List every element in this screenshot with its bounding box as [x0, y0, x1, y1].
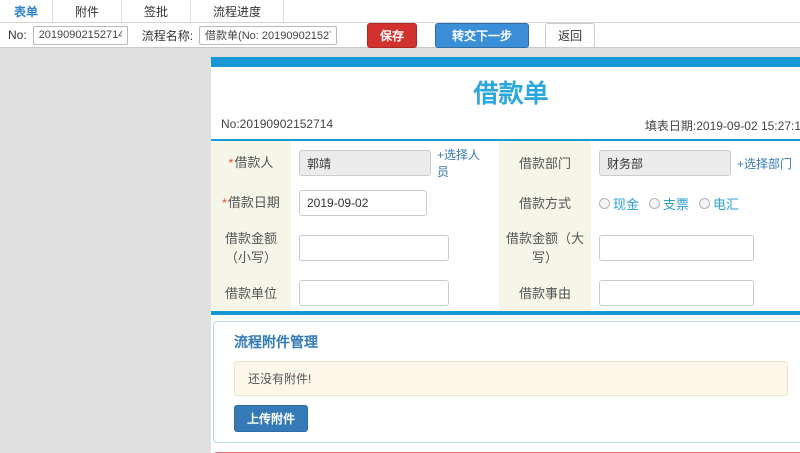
- required-asterisk: *: [222, 196, 227, 210]
- amount-lower-label: 借款金额（小写）: [211, 221, 291, 275]
- tab-approval-label: 签批: [144, 4, 169, 19]
- amount-lower-input[interactable]: [299, 235, 449, 261]
- loan-unit-label: 借款单位: [211, 275, 291, 311]
- save-button[interactable]: 保存: [367, 22, 418, 48]
- fill-date: 填表日期:2019-09-02 15:27:1: [644, 119, 800, 133]
- select-department-link[interactable]: +选择部门: [737, 155, 792, 172]
- no-input[interactable]: [32, 25, 128, 45]
- tab-form[interactable]: 表单: [0, 0, 54, 22]
- select-person-link[interactable]: +选择人员: [437, 146, 491, 180]
- page-background: 借款单 No:20190902152714 填表日期:2019-09-02 15…: [0, 49, 800, 453]
- amount-upper-input[interactable]: [599, 235, 754, 261]
- attachment-panel-title: 流程附件管理: [234, 334, 318, 350]
- loan-reason-input[interactable]: [599, 280, 754, 306]
- department-label: 借款部门: [499, 141, 591, 185]
- loan-method-radio-group: 现金 支票 电汇: [599, 194, 739, 213]
- loan-unit-field: [291, 275, 499, 311]
- loan-reason-field: [591, 275, 800, 311]
- panel-bottom-bar: [211, 311, 800, 315]
- tab-form-label: 表单: [14, 4, 39, 19]
- loan-date-field: [291, 185, 499, 221]
- tab-approval[interactable]: 签批: [122, 0, 192, 22]
- loan-form-grid: *借款人 +选择人员 借款部门 +选择部门 *借款日期 借款方式 现金: [211, 141, 800, 311]
- back-button[interactable]: 返回: [545, 22, 596, 48]
- upload-attachment-button[interactable]: 上传附件: [234, 405, 309, 432]
- tab-bar: 表单 附件 签批 流程进度: [0, 0, 800, 23]
- radio-icon: [699, 197, 711, 209]
- department-input[interactable]: [599, 150, 731, 176]
- radio-cash[interactable]: 现金: [599, 194, 639, 213]
- attachment-panel: 流程附件管理 还没有附件! 上传附件: [213, 321, 800, 443]
- amount-lower-field: [291, 221, 499, 275]
- loan-unit-input[interactable]: [299, 280, 449, 306]
- next-step-button[interactable]: 转交下一步: [435, 22, 530, 48]
- no-attachment-alert: 还没有附件!: [234, 361, 788, 396]
- radio-icon: [599, 197, 610, 209]
- loan-date-input[interactable]: [299, 190, 427, 216]
- no-label: No:: [8, 28, 27, 42]
- flow-name-label: 流程名称:: [141, 28, 194, 43]
- borrower-field: +选择人员: [291, 141, 499, 185]
- borrower-label: *借款人: [211, 141, 291, 185]
- borrower-input[interactable]: [299, 150, 431, 176]
- loan-method-field: 现金 支票 电汇: [591, 185, 800, 221]
- amount-upper-field: [591, 221, 800, 275]
- amount-upper-label: 借款金额（大写）: [499, 221, 591, 275]
- form-title: 借款单: [473, 80, 549, 108]
- department-field: +选择部门: [591, 141, 800, 185]
- flow-name-input[interactable]: [199, 25, 338, 45]
- form-meta-row: No:20190902152714 填表日期:2019-09-02 15:27:…: [211, 115, 800, 139]
- tab-attachment[interactable]: 附件: [53, 0, 123, 22]
- loan-date-label: *借款日期: [211, 185, 291, 221]
- loan-form-panel: 借款单 No:20190902152714 填表日期:2019-09-02 15…: [211, 57, 800, 453]
- radio-wire[interactable]: 电汇: [699, 194, 739, 213]
- loan-method-label: 借款方式: [499, 185, 591, 221]
- radio-icon: [649, 197, 661, 209]
- doc-number: No:20190902152714: [221, 117, 334, 131]
- tab-attachment-label: 附件: [75, 4, 100, 19]
- tab-progress[interactable]: 流程进度: [191, 0, 285, 22]
- radio-cheque[interactable]: 支票: [649, 194, 689, 213]
- panel-top-bar: [211, 57, 800, 67]
- tab-progress-label: 流程进度: [213, 4, 262, 19]
- action-bar: No: 流程名称: 保存 转交下一步 返回: [0, 22, 800, 48]
- required-asterisk: *: [228, 156, 234, 170]
- loan-reason-label: 借款事由: [499, 275, 591, 311]
